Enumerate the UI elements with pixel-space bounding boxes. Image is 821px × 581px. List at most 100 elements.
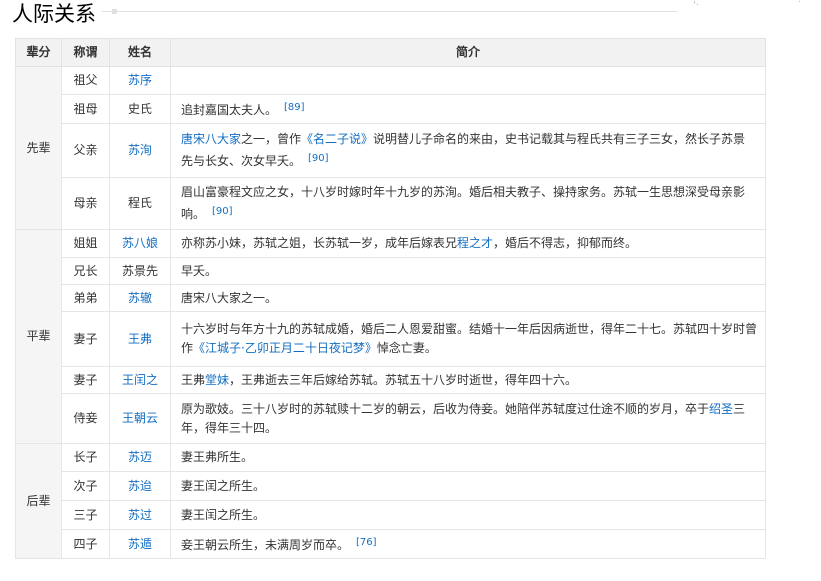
name-link[interactable]: 苏八娘	[122, 236, 158, 250]
name-link[interactable]: 苏迨	[128, 479, 152, 493]
name-link[interactable]: 王弗	[128, 332, 152, 346]
name-link[interactable]: 苏辙	[128, 291, 152, 305]
table-row: 弟弟 苏辙 唐宋八大家之一。	[16, 284, 766, 312]
name-cell: 苏过	[109, 500, 171, 530]
name-text: 史氏	[127, 101, 152, 116]
name-link[interactable]: 苏洵	[128, 143, 152, 157]
section-title: 人际关系	[12, 2, 96, 26]
table-row: 平辈 姐姐 苏八娘 亦称苏小妹，苏轼之姐，长苏轼一岁，成年后嫁表兄程之才，婚后不得志，…	[15, 229, 766, 444]
description-link[interactable]: 绍圣	[709, 402, 733, 416]
header-generation: 辈分	[15, 38, 62, 67]
description-link[interactable]: 程之才	[457, 236, 493, 250]
name-link[interactable]: 苏序	[128, 73, 152, 87]
description-text: ，王弗逝去三年后嫁给苏轼。苏轼五十八岁时逝世，得年四十六。	[229, 372, 578, 387]
description-text: 眉山富豪程文应之女，十八岁时嫁时年十九岁的苏洵。婚后相夫教子、操持家务。苏轼一生…	[181, 185, 746, 221]
generation-cell: 先辈	[15, 66, 62, 230]
name-link[interactable]: 王朝云	[122, 411, 158, 425]
relation-cell: 长子	[61, 443, 110, 472]
header-description: 简介	[170, 38, 766, 67]
table-row: 祖母 史氏 追封嘉国太夫人。 [89]	[16, 94, 766, 124]
description-link[interactable]: 《江城子·乙卯正月二十日夜记梦》	[193, 341, 377, 355]
table-row: 妻子 王闰之 王弗堂妹，王弗逝去三年后嫁给苏轼。苏轼五十八岁时逝世，得年四十六。	[16, 366, 766, 394]
name-text: 苏景先	[121, 263, 158, 278]
table-row: 先辈 祖父 苏序	[15, 66, 766, 230]
name-cell: 苏遁	[109, 529, 171, 559]
name-link[interactable]: 王闰之	[122, 373, 158, 387]
table-row: 兄长 苏景先 早夭。	[16, 257, 766, 285]
description-cell: 妻王闰之所生。	[170, 471, 766, 501]
description-cell	[170, 66, 766, 95]
relation-cell: 兄长	[61, 257, 110, 285]
name-cell: 王闰之	[109, 366, 171, 394]
name-cell: 苏迈	[109, 443, 171, 472]
edit-mark-icon[interactable]: '‧	[693, 0, 699, 11]
description-text: 原为歌妓。三十八岁时的苏轼赎十二岁的朝云，后收为侍妾。她陪伴苏轼度过仕途不顺的岁…	[181, 401, 710, 416]
description-text: 妻王闰之所生。	[181, 478, 266, 493]
description-text: 妻王闰之所生。	[181, 507, 266, 522]
name-cell: 苏景先	[109, 257, 171, 285]
table-row: 妻子 王弗 十六岁时与年方十九的苏轼成婚，婚后二人恩爱甜蜜。结婚十一年后因病逝世，得…	[16, 311, 766, 367]
description-cell: 眉山富豪程文应之女，十八岁时嫁时年十九岁的苏洵。婚后相夫教子、操持家务。苏轼一生…	[170, 177, 766, 230]
section-header: 人际关系	[12, 0, 772, 28]
header-relation: 称谓	[61, 38, 110, 67]
generation-cell: 后辈	[15, 443, 62, 559]
citation-link[interactable]: [90]	[308, 153, 329, 164]
name-cell: 苏八娘	[109, 229, 171, 258]
description-link[interactable]: 堂妹	[205, 373, 229, 387]
table-row: 后辈 长子 苏迈 妻王弗所生。	[15, 443, 766, 559]
relation-cell: 母亲	[61, 177, 110, 230]
relation-cell: 妻子	[61, 366, 110, 394]
relation-cell: 祖母	[61, 94, 110, 124]
description-cell: 十六岁时与年方十九的苏轼成婚，婚后二人恩爱甜蜜。结婚十一年后因病逝世，得年二十七…	[170, 311, 766, 367]
name-cell: 王朝云	[109, 393, 171, 444]
generation-cell: 平辈	[15, 229, 62, 444]
description-link[interactable]: 《名二子说》	[301, 132, 373, 146]
description-cell: 亦称苏小妹，苏轼之姐，长苏轼一岁，成年后嫁表兄程之才，婚后不得志，抑郁而终。	[170, 229, 766, 258]
description-text: 唐宋八大家之一。	[181, 290, 278, 305]
description-cell: 原为歌妓。三十八岁时的苏轼赎十二岁的朝云，后收为侍妾。她陪伴苏轼度过仕途不顺的岁…	[170, 393, 766, 444]
description-cell: 妾王朝云所生，未满周岁而卒。 [76]	[170, 529, 766, 559]
citation-link[interactable]: [76]	[356, 537, 377, 548]
table-header-row: 辈分 称谓 姓名 简介	[15, 38, 766, 67]
header-name: 姓名	[109, 38, 171, 67]
description-text: ，婚后不得志，抑郁而终。	[493, 236, 638, 250]
name-link[interactable]: 苏过	[128, 508, 152, 522]
table-body: 先辈 祖父 苏序 祖母 史氏 追封嘉国太夫人。 [89] 父亲 苏洵 唐宋八大家之一，曾作《名二子…	[15, 66, 766, 559]
table-row: 父亲 苏洵 唐宋八大家之一，曾作《名二子说》说明替儿子命名的来由，史书记载其与程氏共…	[16, 123, 766, 178]
description-cell: 唐宋八大家之一，曾作《名二子说》说明替儿子命名的来由，史书记载其与程氏共有三子三…	[170, 123, 766, 178]
citation-link[interactable]: [89]	[284, 102, 305, 113]
table-row: 次子 苏迨 妻王闰之所生。	[16, 471, 766, 501]
relation-cell: 父亲	[61, 123, 110, 178]
relation-cell: 四子	[61, 529, 110, 559]
name-link[interactable]: 苏迈	[128, 450, 152, 464]
name-link[interactable]: 苏遁	[128, 537, 152, 551]
description-text: 妾王朝云所生，未满周岁而卒。	[181, 538, 350, 552]
citation-link[interactable]: [90]	[212, 206, 233, 217]
name-cell: 苏迨	[109, 471, 171, 501]
name-cell: 苏辙	[109, 284, 171, 312]
name-cell: 史氏	[109, 94, 171, 124]
description-text: 悼念亡妻。	[376, 341, 437, 355]
name-cell: 苏序	[109, 66, 171, 95]
description-cell: 王弗堂妹，王弗逝去三年后嫁给苏轼。苏轼五十八岁时逝世，得年四十六。	[170, 366, 766, 394]
name-cell: 程氏	[109, 177, 171, 230]
description-cell: 唐宋八大家之一。	[170, 284, 766, 312]
scroll-mark-icon: ‧	[798, 0, 802, 8]
description-link[interactable]: 唐宋八大家	[181, 132, 241, 146]
name-cell: 苏洵	[109, 123, 171, 178]
description-cell: 妻王弗所生。	[170, 443, 766, 472]
relation-cell: 姐姐	[61, 229, 110, 258]
name-cell: 王弗	[109, 311, 171, 367]
table-row: 侍妾 王朝云 原为歌妓。三十八岁时的苏轼赎十二岁的朝云，后收为侍妾。她陪伴苏轼度过仕…	[16, 393, 766, 444]
table-row: 四子 苏遁 妾王朝云所生，未满周岁而卒。 [76]	[16, 529, 766, 559]
description-cell: 妻王闰之所生。	[170, 500, 766, 530]
description-text: 早夭。	[181, 263, 218, 278]
table-row: 三子 苏过 妻王闰之所生。	[16, 500, 766, 530]
description-text: 亦称苏小妹，苏轼之姐，长苏轼一岁，成年后嫁表兄	[181, 236, 458, 250]
description-text: 王弗	[181, 372, 206, 387]
description-text: 追封嘉国太夫人。	[181, 103, 278, 117]
name-text: 程氏	[127, 196, 152, 210]
relation-cell: 妻子	[61, 311, 110, 367]
title-divider	[102, 11, 677, 12]
relations-table: 辈分 称谓 姓名 简介 先辈 祖父 苏序 祖母 史氏 追封嘉国太夫人。 [89] 父亲 苏洵 唐宋…	[15, 38, 766, 559]
